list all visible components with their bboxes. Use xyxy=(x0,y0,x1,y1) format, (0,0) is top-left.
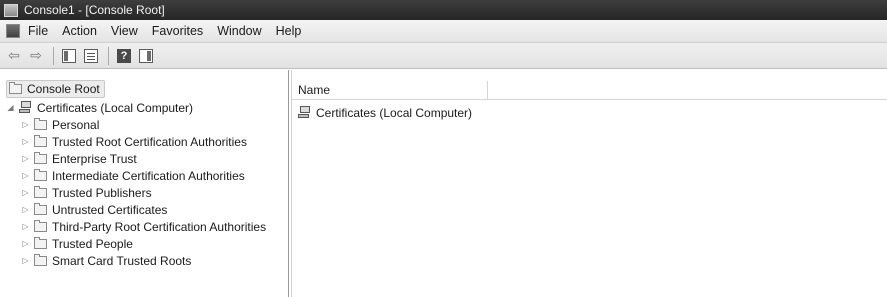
folder-icon xyxy=(34,151,47,164)
folder-icon xyxy=(34,134,47,147)
menu-action[interactable]: Action xyxy=(62,24,97,38)
tree-item-label: Trusted People xyxy=(52,236,133,251)
folder-icon xyxy=(34,219,47,232)
forward-button[interactable]: ⇨ xyxy=(26,46,46,66)
menu-window[interactable]: Window xyxy=(217,24,261,38)
forward-arrow-icon: ⇨ xyxy=(30,47,42,63)
folder-icon xyxy=(34,117,47,130)
action-pane-icon xyxy=(139,48,153,63)
tree-item-personal[interactable]: ▷ Personal xyxy=(21,116,99,133)
list-item-label: Certificates (Local Computer) xyxy=(316,105,473,120)
tree-item-console-root[interactable]: Console Root xyxy=(6,80,105,98)
toolbar-separator xyxy=(53,46,54,65)
help-icon: ? xyxy=(117,48,131,63)
expand-triangle-icon[interactable]: ▷ xyxy=(21,188,30,197)
list-item[interactable]: Certificates (Local Computer) xyxy=(298,104,472,121)
tree-item-trusted-root-certification-authorities[interactable]: ▷ Trusted Root Certification Authorities xyxy=(21,133,247,150)
expand-triangle-icon[interactable]: ▷ xyxy=(21,205,30,214)
folder-icon xyxy=(34,168,47,181)
folder-icon xyxy=(9,82,22,94)
collapse-triangle-icon[interactable]: ◢ xyxy=(6,103,15,112)
result-list-pane[interactable]: Name Certificates (Local Computer) xyxy=(291,70,887,297)
tree-item-trusted-publishers[interactable]: ▷ Trusted Publishers xyxy=(21,184,152,201)
tree-item-label: Intermediate Certification Authorities xyxy=(52,168,245,183)
console-app-icon xyxy=(4,3,18,17)
tree-item-label: Smart Card Trusted Roots xyxy=(52,253,192,268)
tree-item-enterprise-trust[interactable]: ▷ Enterprise Trust xyxy=(21,150,137,167)
expand-triangle-icon[interactable]: ▷ xyxy=(21,256,30,265)
show-hide-console-tree-button[interactable] xyxy=(59,46,79,66)
export-list-button[interactable] xyxy=(81,46,101,66)
expand-triangle-icon[interactable]: ▷ xyxy=(21,154,30,163)
help-button[interactable]: ? xyxy=(114,46,134,66)
expand-triangle-icon[interactable]: ▷ xyxy=(21,120,30,129)
window-title: Console1 - [Console Root] xyxy=(24,3,165,17)
console-document-icon[interactable] xyxy=(6,24,20,38)
menu-bar: File Action View Favorites Window Help xyxy=(0,20,887,43)
tree-item-third-party-root-certification-authorities[interactable]: ▷ Third-Party Root Certification Authori… xyxy=(21,218,266,235)
tree-item-label: Personal xyxy=(52,117,100,132)
menu-help[interactable]: Help xyxy=(276,24,302,38)
back-button[interactable]: ⇦ xyxy=(4,46,24,66)
console-tree-icon xyxy=(62,48,76,63)
console-tree-pane[interactable]: Console Root ◢ Certificates (Local Compu… xyxy=(0,70,289,297)
computer-icon xyxy=(19,101,32,114)
tree-item-trusted-people[interactable]: ▷ Trusted People xyxy=(21,235,133,252)
expand-triangle-icon[interactable]: ▷ xyxy=(21,137,30,146)
tree-item-label: Enterprise Trust xyxy=(52,151,137,166)
toolbar: ⇦ ⇨ ? xyxy=(0,43,887,69)
expand-triangle-icon[interactable]: ▷ xyxy=(21,239,30,248)
menu-view[interactable]: View xyxy=(111,24,138,38)
show-hide-action-pane-button[interactable] xyxy=(136,46,156,66)
tree-item-intermediate-certification-authorities[interactable]: ▷ Intermediate Certification Authorities xyxy=(21,167,245,184)
folder-icon xyxy=(34,236,47,249)
computer-icon xyxy=(298,106,311,119)
folder-icon xyxy=(34,253,47,266)
tree-item-label: Certificates (Local Computer) xyxy=(37,100,194,115)
tree-item-label: Console Root xyxy=(27,82,100,96)
tree-item-label: Trusted Publishers xyxy=(52,185,152,200)
toolbar-separator xyxy=(108,46,109,65)
tree-item-label: Trusted Root Certification Authorities xyxy=(52,134,247,149)
tree-item-smart-card-trusted-roots[interactable]: ▷ Smart Card Trusted Roots xyxy=(21,252,191,269)
tree-item-untrusted-certificates[interactable]: ▷ Untrusted Certificates xyxy=(21,201,167,218)
tree-item-label: Untrusted Certificates xyxy=(52,202,168,217)
back-arrow-icon: ⇦ xyxy=(8,47,20,63)
tree-item-label: Third-Party Root Certification Authoriti… xyxy=(52,219,267,234)
menu-favorites[interactable]: Favorites xyxy=(152,24,203,38)
expand-triangle-icon[interactable]: ▷ xyxy=(21,222,30,231)
tree-item-certificates-local-computer[interactable]: ◢ Certificates (Local Computer) xyxy=(6,99,193,116)
folder-icon xyxy=(34,185,47,198)
expand-triangle-icon[interactable]: ▷ xyxy=(21,171,30,180)
column-header-name[interactable]: Name xyxy=(292,80,488,100)
folder-icon xyxy=(34,202,47,215)
title-bar: Console1 - [Console Root] xyxy=(0,0,887,20)
export-list-icon xyxy=(84,48,98,63)
menu-file[interactable]: File xyxy=(28,24,48,38)
list-header: Name xyxy=(292,80,887,100)
